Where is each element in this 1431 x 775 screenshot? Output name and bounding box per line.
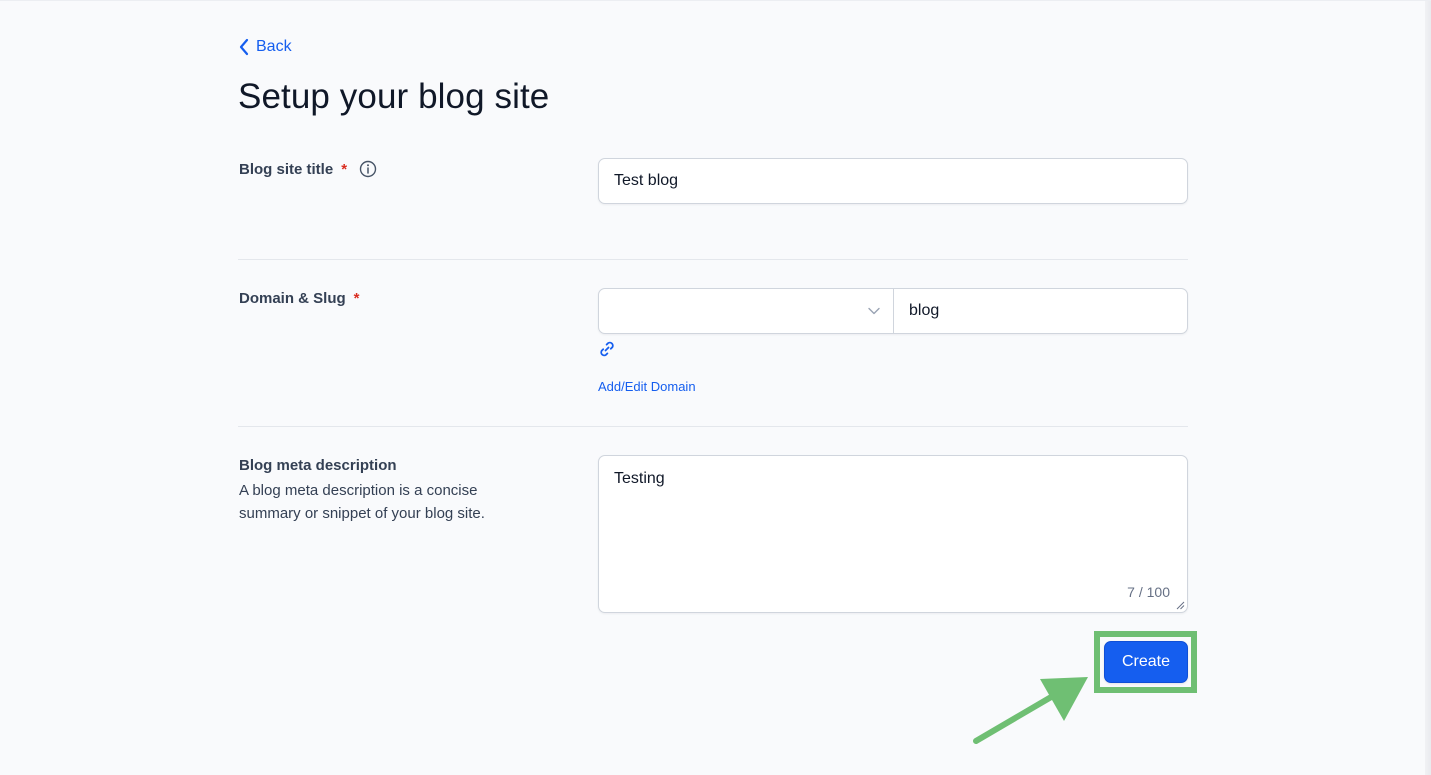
blog-title-label-row: Blog site title * <box>239 160 377 178</box>
add-edit-domain-link[interactable]: Add/Edit Domain <box>598 379 696 394</box>
domain-slug-group <box>598 288 1188 334</box>
meta-description-textarea[interactable]: Testing <box>599 456 1187 612</box>
meta-description-label: Blog meta description <box>239 457 397 474</box>
meta-description-label-row: Blog meta description <box>239 457 397 474</box>
char-count: 7 / 100 <box>1127 584 1170 600</box>
section-divider <box>238 259 1188 260</box>
domain-slug-label: Domain & Slug <box>239 290 346 307</box>
required-mark: * <box>341 160 348 178</box>
section-divider <box>238 426 1188 427</box>
link-icon[interactable] <box>598 340 616 363</box>
page-title: Setup your blog site <box>238 77 550 116</box>
meta-description-help: A blog meta description is a concise sum… <box>239 482 485 522</box>
create-button[interactable]: Create <box>1104 641 1188 683</box>
resize-handle-icon[interactable] <box>1175 600 1185 610</box>
info-icon[interactable] <box>359 160 377 178</box>
blog-setup-page: Back Setup your blog site Blog site titl… <box>0 0 1431 775</box>
domain-slug-label-row: Domain & Slug * <box>239 290 360 307</box>
scrollbar-track <box>1425 1 1431 775</box>
meta-description-field: Testing 7 / 100 <box>598 455 1188 613</box>
chevron-down-icon <box>868 307 880 315</box>
back-label: Back <box>256 38 292 55</box>
chevron-left-icon <box>239 38 249 56</box>
arrow-icon <box>973 677 1088 744</box>
blog-title-input[interactable] <box>598 158 1188 204</box>
required-mark: * <box>353 290 360 307</box>
back-link[interactable]: Back <box>238 38 292 56</box>
blog-title-label: Blog site title <box>239 160 334 178</box>
slug-input[interactable] <box>894 289 1187 333</box>
domain-select[interactable] <box>599 289 894 333</box>
